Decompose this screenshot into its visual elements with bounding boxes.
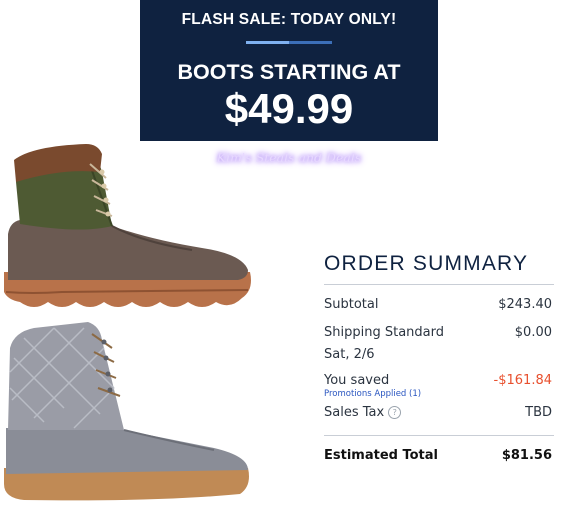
sales-tax-value: TBD (525, 405, 552, 420)
estimated-total-label: Estimated Total (324, 448, 438, 463)
banner-divider (246, 41, 332, 44)
order-summary-title: ORDER SUMMARY (324, 252, 554, 285)
promotions-applied-link[interactable]: Promotions Applied (1) (324, 389, 421, 399)
shipping-value: $0.00 (514, 325, 552, 340)
subtotal-value: $243.40 (498, 297, 552, 312)
banner-price: $49.99 (224, 85, 354, 132)
sales-tax-label: Sales Tax (324, 405, 385, 420)
banner-headline: BOOTS STARTING AT (177, 60, 401, 84)
help-icon[interactable]: ? (388, 406, 402, 419)
flash-sale-banner: FLASH SALE: TODAY ONLY! BOOTS STARTING A… (140, 0, 438, 141)
estimated-total-value: $81.56 (501, 448, 552, 463)
green-duck-boot-image[interactable] (2, 142, 254, 318)
saved-label: You saved (324, 373, 390, 388)
subtotal-label: Subtotal (324, 297, 379, 312)
order-summary-panel: ORDER SUMMARY Subtotal $243.40 Shipping … (324, 252, 554, 463)
flash-sale-text: FLASH SALE: TODAY ONLY! (181, 11, 397, 28)
grey-quilted-boot-image[interactable] (4, 318, 252, 512)
shipping-label: Shipping Standard (324, 325, 444, 340)
summary-divider (324, 435, 554, 436)
sales-tax-label-wrap: Sales Tax? (324, 405, 402, 420)
shipping-date: Sat, 2/6 (324, 347, 375, 362)
saved-value: -$161.84 (493, 373, 552, 388)
